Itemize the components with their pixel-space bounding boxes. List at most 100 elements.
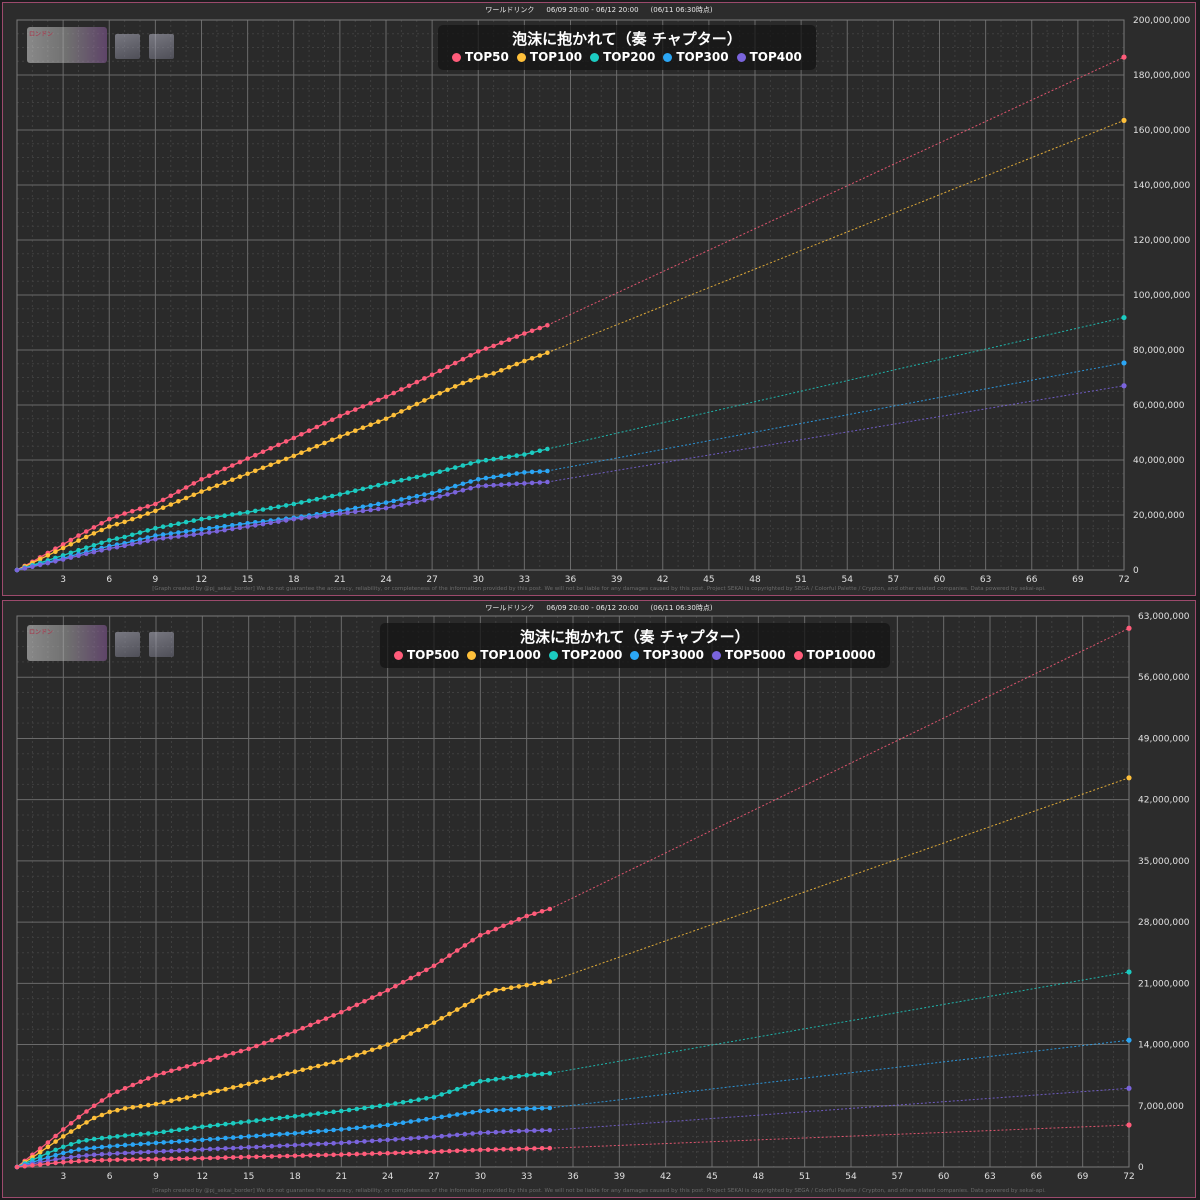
data-point	[354, 1002, 360, 1008]
data-point	[529, 328, 535, 334]
x-tick-label: 18	[288, 575, 300, 585]
data-point	[138, 1131, 143, 1137]
data-point	[214, 470, 220, 475]
data-point	[230, 463, 235, 468]
data-point	[268, 462, 274, 468]
data-point	[14, 567, 20, 573]
legend-item-top400[interactable]: TOP400	[736, 49, 802, 65]
data-point	[238, 1120, 244, 1125]
data-point	[215, 1155, 221, 1161]
x-tick-label: 3	[60, 1172, 66, 1182]
data-point	[400, 1120, 406, 1125]
data-point	[532, 1106, 537, 1111]
data-point	[230, 1051, 236, 1056]
data-point	[76, 1114, 82, 1120]
data-point	[368, 503, 373, 508]
legend-item-top300[interactable]: TOP300	[663, 49, 729, 65]
data-point	[130, 1150, 136, 1155]
x-tick-label: 54	[842, 575, 854, 585]
data-point	[292, 1131, 298, 1136]
data-point	[445, 467, 450, 472]
data-point	[199, 477, 204, 482]
data-point	[122, 1106, 128, 1111]
data-point	[483, 475, 489, 481]
data-point	[353, 407, 358, 412]
legend-item-top3000[interactable]: TOP3000	[630, 647, 704, 663]
data-point	[83, 529, 89, 534]
data-point	[362, 1139, 367, 1144]
data-point	[454, 1086, 460, 1092]
legend-item-top5000[interactable]: TOP5000	[712, 647, 786, 663]
data-point	[470, 1109, 475, 1115]
data-point	[291, 453, 297, 459]
data-point	[238, 1154, 244, 1160]
data-point	[306, 428, 312, 434]
legend-item-top50[interactable]: TOP50	[452, 49, 509, 65]
data-point	[452, 490, 458, 495]
data-point	[369, 1047, 375, 1053]
data-point	[83, 551, 89, 557]
x-tick-label: 66	[1031, 1172, 1043, 1182]
data-point	[476, 483, 481, 489]
data-point	[254, 1079, 259, 1085]
data-point	[245, 510, 250, 515]
data-point	[192, 1093, 197, 1099]
chart-title: 泡沫に抱かれて（奏 チャプター）	[512, 30, 742, 48]
data-point	[122, 543, 127, 549]
legend-item-top100[interactable]: TOP100	[516, 49, 582, 65]
data-point	[532, 1072, 537, 1077]
x-tick-label: 36	[567, 1172, 579, 1182]
data-point	[84, 1153, 89, 1158]
data-point	[276, 459, 281, 465]
data-point	[122, 1150, 128, 1156]
data-point	[300, 1153, 306, 1158]
legend-label: TOP2000	[561, 648, 623, 662]
data-point	[539, 980, 545, 986]
data-point	[137, 540, 143, 545]
data-point	[493, 988, 499, 993]
data-point	[429, 490, 435, 496]
data-point	[439, 1016, 445, 1021]
x-tick-label: 27	[428, 1172, 439, 1182]
data-point	[406, 383, 412, 389]
data-point	[337, 511, 343, 516]
data-point	[199, 531, 204, 536]
data-point	[84, 1109, 89, 1114]
x-tick-label: 51	[795, 575, 806, 585]
data-point	[76, 533, 81, 538]
data-point	[478, 994, 483, 999]
data-point	[277, 1143, 282, 1149]
data-point	[99, 1098, 105, 1103]
data-point	[524, 913, 529, 919]
character-icon-1	[115, 632, 140, 657]
data-point	[84, 1158, 89, 1163]
data-point	[99, 521, 104, 526]
data-point	[292, 1114, 298, 1119]
data-point	[230, 1155, 236, 1160]
legend-item-top10000[interactable]: TOP10000	[793, 647, 876, 663]
legend-item-top1000[interactable]: TOP1000	[467, 647, 541, 663]
logo-tag: ロンドン	[29, 31, 54, 38]
data-point	[276, 504, 281, 510]
data-point	[153, 536, 158, 542]
legend-item-top2000[interactable]: TOP2000	[548, 647, 623, 663]
data-point	[207, 1137, 213, 1142]
data-point	[130, 1142, 136, 1147]
data-point	[322, 495, 327, 500]
data-point	[207, 1057, 213, 1063]
data-point	[285, 1153, 290, 1159]
legend-label: TOP200	[603, 50, 656, 64]
data-point	[269, 1143, 275, 1149]
data-point	[377, 1151, 383, 1156]
data-point	[478, 1130, 483, 1136]
x-tick-label: 45	[703, 575, 714, 585]
legend-label: TOP10000	[806, 648, 876, 662]
legend-item-top200[interactable]: TOP200	[590, 49, 655, 65]
data-point	[400, 979, 406, 985]
data-point	[254, 1118, 259, 1123]
data-point	[483, 373, 489, 378]
data-point	[377, 1138, 383, 1143]
data-point	[383, 500, 389, 505]
legend-item-top500[interactable]: TOP500	[394, 647, 459, 663]
y-tick-label: 40,000,000	[1133, 456, 1185, 466]
